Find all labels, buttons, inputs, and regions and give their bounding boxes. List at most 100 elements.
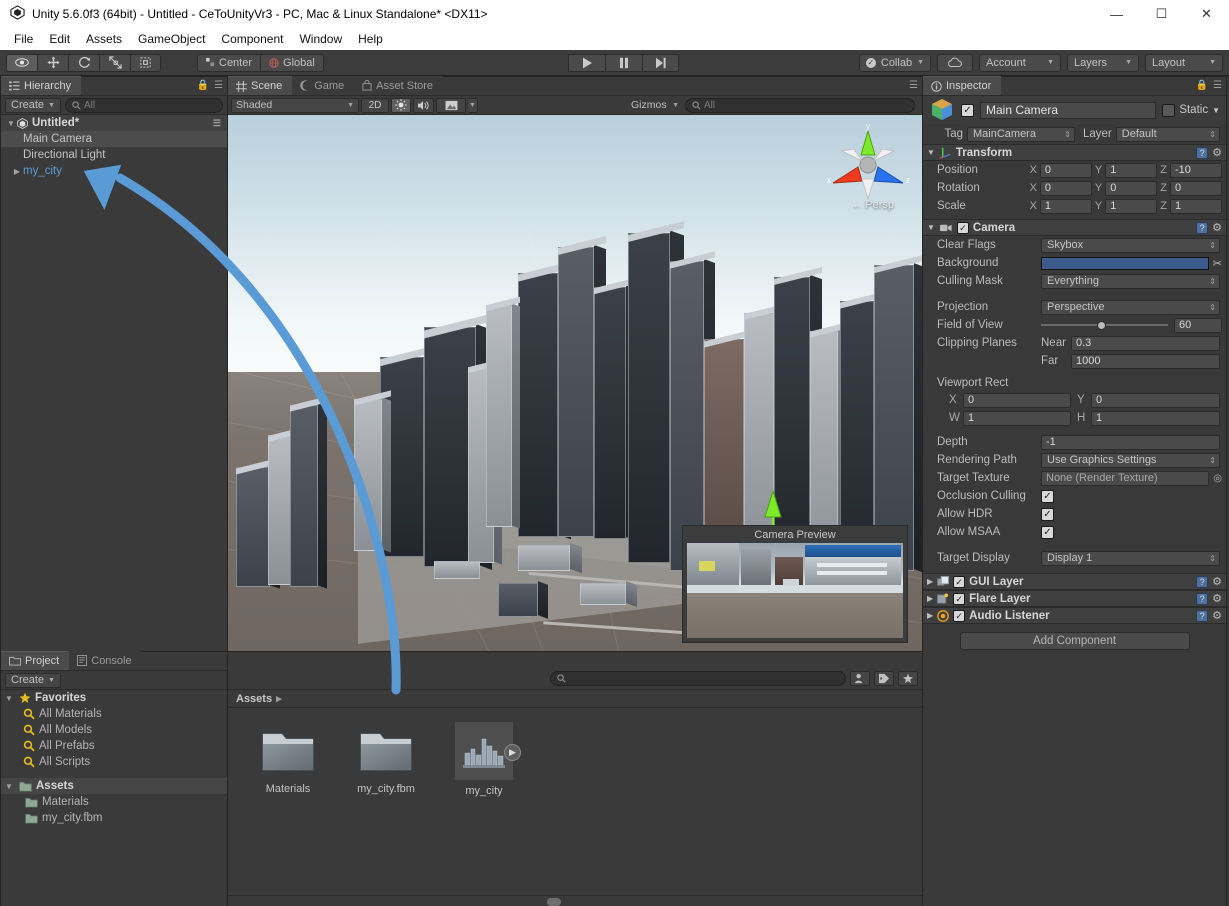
project-create-button[interactable]: Create ▼ bbox=[5, 673, 61, 688]
gear-icon[interactable]: ⚙ bbox=[1212, 575, 1222, 588]
position-y-input[interactable]: 1 bbox=[1105, 163, 1157, 178]
fov-slider[interactable] bbox=[1041, 318, 1168, 333]
scale-tool-icon[interactable] bbox=[99, 54, 130, 72]
scene-effects-toggle[interactable] bbox=[436, 98, 466, 113]
tab-project[interactable]: Project bbox=[1, 651, 69, 670]
far-input[interactable]: 1000 bbox=[1071, 354, 1220, 369]
project-tree-assets[interactable]: ▼ Assets bbox=[1, 778, 227, 794]
hierarchy-item-my-city[interactable]: ▶ my_city bbox=[1, 163, 227, 179]
menu-help[interactable]: Help bbox=[350, 30, 391, 48]
chevron-down-icon[interactable]: ▼ bbox=[927, 223, 935, 232]
component-header-gui-layer[interactable]: ▶ ✓ GUI Layer ?⚙ bbox=[923, 573, 1226, 590]
project-tree-favorites[interactable]: ▼ Favorites bbox=[1, 690, 227, 706]
projection-dropdown[interactable]: Perspective ⇕ bbox=[1041, 300, 1220, 315]
tab-inspector[interactable]: Inspector bbox=[923, 76, 1001, 95]
hierarchy-item-directional-light[interactable]: Directional Light bbox=[1, 147, 227, 163]
lock-icon[interactable]: 🔒 bbox=[1196, 80, 1208, 91]
position-x-input[interactable]: 0 bbox=[1040, 163, 1092, 178]
target-texture-input[interactable]: None (Render Texture) bbox=[1041, 471, 1209, 486]
chevron-down-icon[interactable]: ▼ bbox=[1212, 106, 1220, 115]
fov-input[interactable]: 60 bbox=[1174, 318, 1222, 333]
project-tree-all-models[interactable]: All Models bbox=[1, 722, 227, 738]
gear-icon[interactable]: ⚙ bbox=[1212, 609, 1222, 622]
menu-edit[interactable]: Edit bbox=[41, 30, 78, 48]
near-input[interactable]: 0.3 bbox=[1071, 336, 1220, 351]
panel-menu-icon[interactable]: ☰ bbox=[214, 80, 223, 91]
project-tree-materials[interactable]: Materials bbox=[1, 794, 227, 810]
tab-console[interactable]: Console bbox=[69, 651, 141, 670]
scene-viewport[interactable]: y x z ← Persp bbox=[228, 115, 922, 651]
minimize-icon[interactable]: — bbox=[1094, 0, 1139, 28]
panel-menu-icon[interactable]: ☰ bbox=[1213, 80, 1222, 91]
asset-item-materials[interactable]: Materials bbox=[250, 722, 326, 795]
hand-tool-icon[interactable] bbox=[6, 54, 37, 72]
help-icon[interactable]: ? bbox=[1196, 222, 1208, 234]
static-toggle[interactable]: ✓ Static ▼ bbox=[1162, 104, 1220, 117]
menu-file[interactable]: File bbox=[6, 30, 41, 48]
tab-asset-store[interactable]: Asset Store bbox=[354, 76, 443, 95]
layers-button[interactable]: Layers ▼ bbox=[1067, 54, 1139, 72]
add-component-button[interactable]: Add Component bbox=[960, 632, 1190, 650]
project-tree-all-prefabs[interactable]: All Prefabs bbox=[1, 738, 227, 754]
tab-game[interactable]: Game bbox=[292, 76, 354, 95]
layout-button[interactable]: Layout ▼ bbox=[1145, 54, 1223, 72]
project-tree-all-scripts[interactable]: All Scripts bbox=[1, 754, 227, 770]
play-preview-icon[interactable]: ▶ bbox=[504, 744, 521, 761]
help-icon[interactable]: ? bbox=[1196, 147, 1208, 159]
object-picker-icon[interactable]: ◎ bbox=[1213, 473, 1222, 484]
pivot-center-button[interactable]: Center bbox=[197, 54, 260, 72]
close-icon[interactable]: ✕ bbox=[1184, 0, 1229, 28]
static-checkbox[interactable]: ✓ bbox=[1162, 104, 1175, 117]
gui-layer-enabled-checkbox[interactable]: ✓ bbox=[953, 576, 965, 588]
scene-axis-gizmo[interactable]: y x z bbox=[820, 121, 916, 207]
component-header-transform[interactable]: ▼ Transform ? ⚙ bbox=[923, 144, 1226, 161]
hierarchy-search-input[interactable]: All bbox=[65, 98, 223, 113]
help-icon[interactable]: ? bbox=[1196, 610, 1208, 622]
rotation-x-input[interactable]: 0 bbox=[1040, 181, 1092, 196]
audio-listener-enabled-checkbox[interactable]: ✓ bbox=[953, 610, 965, 622]
component-header-flare-layer[interactable]: ▶ ✓ Flare Layer ?⚙ bbox=[923, 590, 1226, 607]
scale-z-input[interactable]: 1 bbox=[1170, 199, 1222, 214]
scale-y-input[interactable]: 1 bbox=[1105, 199, 1157, 214]
gameobject-name-input[interactable]: Main Camera bbox=[980, 102, 1156, 119]
chevron-down-icon[interactable]: ▼ bbox=[5, 119, 17, 128]
culling-mask-dropdown[interactable]: Everything ⇕ bbox=[1041, 274, 1220, 289]
account-button[interactable]: Account ▼ bbox=[979, 54, 1061, 72]
flare-layer-enabled-checkbox[interactable]: ✓ bbox=[953, 593, 965, 605]
chevron-down-icon[interactable]: ▼ bbox=[927, 148, 935, 157]
viewport-h-input[interactable]: 1 bbox=[1091, 411, 1220, 426]
toggle-2d-button[interactable]: 2D bbox=[361, 98, 389, 113]
scene-effects-dropdown[interactable]: ▼ bbox=[468, 98, 478, 113]
gizmos-dropdown[interactable]: Gizmos ▼ bbox=[627, 98, 683, 113]
play-button[interactable] bbox=[568, 54, 605, 72]
viewport-w-input[interactable]: 1 bbox=[963, 411, 1071, 426]
help-icon[interactable]: ? bbox=[1196, 576, 1208, 588]
layer-dropdown[interactable]: Default ⇕ bbox=[1116, 127, 1220, 142]
project-tree-all-materials[interactable]: All Materials bbox=[1, 706, 227, 722]
hierarchy-create-button[interactable]: Create ▼ bbox=[5, 98, 61, 113]
hierarchy-scene-root[interactable]: ▼ Untitled* ☰ bbox=[1, 115, 227, 131]
rect-tool-icon[interactable] bbox=[130, 54, 161, 72]
collab-button[interactable]: ✓ Collab ▼ bbox=[859, 54, 931, 72]
project-tree-my-city-fbm[interactable]: my_city.fbm bbox=[1, 810, 227, 826]
scale-x-input[interactable]: 1 bbox=[1040, 199, 1092, 214]
tab-hierarchy[interactable]: Hierarchy bbox=[1, 76, 81, 95]
camera-enabled-checkbox[interactable]: ✓ bbox=[957, 222, 969, 234]
component-header-audio-listener[interactable]: ▶ ✓ Audio Listener ?⚙ bbox=[923, 607, 1226, 624]
scene-context-menu-icon[interactable]: ☰ bbox=[213, 118, 221, 129]
favorite-star-icon[interactable] bbox=[898, 671, 918, 686]
scene-audio-toggle[interactable] bbox=[413, 98, 434, 113]
scene-projection-label[interactable]: ← Persp bbox=[852, 199, 894, 211]
lock-icon[interactable]: 🔒 bbox=[197, 80, 209, 91]
asset-item-my-city[interactable]: ▶ my_city bbox=[446, 722, 522, 797]
rotation-z-input[interactable]: 0 bbox=[1170, 181, 1222, 196]
pause-button[interactable] bbox=[605, 54, 642, 72]
background-color-swatch[interactable] bbox=[1041, 257, 1209, 270]
chevron-right-icon[interactable]: ▶ bbox=[11, 167, 23, 176]
project-search-input[interactable] bbox=[550, 671, 846, 686]
menu-assets[interactable]: Assets bbox=[78, 30, 130, 48]
chevron-right-icon[interactable]: ▶ bbox=[927, 577, 933, 586]
asset-item-my-city-fbm[interactable]: my_city.fbm bbox=[348, 722, 424, 795]
help-icon[interactable]: ? bbox=[1196, 593, 1208, 605]
component-header-camera[interactable]: ▼ ✓ Camera ? ⚙ bbox=[923, 219, 1226, 236]
